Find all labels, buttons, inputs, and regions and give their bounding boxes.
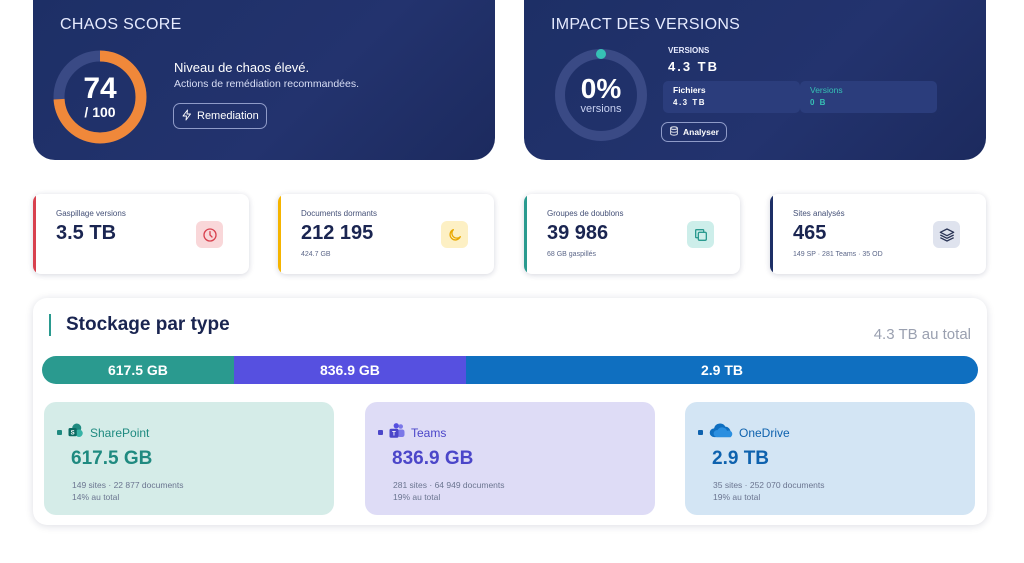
database-icon	[669, 126, 679, 138]
version-impact-panel: IMPACT DES VERSIONS 0% versions VERSIONS…	[524, 0, 986, 160]
version-impact-percent: 0%	[580, 73, 622, 104]
version-impact-title: IMPACT DES VERSIONS	[551, 16, 741, 33]
storage-card-value: 836.9 GB	[392, 448, 474, 469]
storage-card-name: SharePoint	[90, 425, 150, 440]
kpi-value: 465	[793, 222, 827, 244]
chaos-score-ring: 74 / 100	[51, 48, 149, 146]
analyse-button-label: Analyser	[683, 127, 719, 137]
kpi-label: Groupes de doublons	[547, 209, 624, 218]
versions-label: VERSIONS	[668, 46, 710, 55]
versions-stat-label: Versions	[810, 85, 843, 95]
files-stat-value: 4.3 TB	[673, 98, 707, 107]
storage-card-sharepoint: S SharePoint 617.5 GB 149 sites · 22 877…	[44, 402, 334, 515]
kpi-value: 39 986	[547, 222, 609, 244]
storage-card-share: 19% au total	[713, 492, 761, 502]
storage-segment-teams: 836.9 GB	[233, 356, 466, 384]
kpi-version-waste: Gaspillage versions 3.5 TB	[33, 194, 249, 274]
chaos-headline: Niveau de chaos élevé.	[174, 60, 310, 75]
chaos-score-title: CHAOS SCORE	[60, 16, 182, 33]
bullet-dot	[57, 430, 62, 435]
storage-card-share: 14% au total	[72, 492, 120, 502]
storage-segment-sharepoint: 617.5 GB	[42, 356, 234, 384]
kpi-label: Sites analysés	[793, 209, 845, 218]
kpi-sub: 149 SP · 281 Teams · 35 OD	[793, 251, 883, 258]
chaos-message: Niveau de chaos élevé. Actions de remédi…	[174, 60, 359, 90]
storage-card-counts: 35 sites · 252 070 documents	[713, 480, 825, 490]
storage-segment-onedrive: 2.9 TB	[466, 356, 978, 384]
chaos-score-max: / 100	[84, 104, 116, 120]
storage-by-type-panel: Stockage par type 4.3 TB au total 617.5 …	[33, 298, 987, 525]
version-impact-percent-label: versions	[580, 103, 622, 115]
versions-stat-value: 0 B	[810, 98, 827, 107]
storage-card-onedrive: OneDrive 2.9 TB 35 sites · 252 070 docum…	[685, 402, 975, 515]
storage-card-value: 2.9 TB	[712, 448, 770, 469]
kpi-dormant-documents: Documents dormants 212 195 424.7 GB	[278, 194, 494, 274]
sharepoint-icon: S	[67, 422, 85, 443]
svg-text:T: T	[392, 432, 396, 438]
storage-total: 4.3 TB au total	[873, 326, 971, 343]
storage-card-header: T Teams	[378, 422, 446, 443]
kpi-label: Documents dormants	[301, 209, 378, 218]
storage-card-details: 35 sites · 252 070 documents 19% au tota…	[713, 479, 825, 503]
clock-icon	[196, 221, 223, 248]
chaos-score-value: 74	[83, 72, 117, 105]
section-accent	[49, 314, 51, 336]
storage-card-name: OneDrive	[739, 425, 790, 440]
chaos-subline: Actions de remédiation recommandées.	[174, 78, 360, 90]
kpi-sub: 68 GB gaspillés	[547, 251, 597, 258]
storage-bar: 617.5 GB 836.9 GB 2.9 TB	[42, 356, 978, 384]
kpi-duplicate-groups: Groupes de doublons 39 986 68 GB gaspill…	[524, 194, 740, 274]
copy-icon	[687, 221, 714, 248]
lightning-icon	[181, 109, 193, 124]
version-impact-ring: 0% versions	[552, 46, 650, 144]
storage-card-name: Teams	[411, 425, 447, 440]
versions-value: 4.3 TB	[668, 59, 720, 74]
storage-card-counts: 281 sites · 64 949 documents	[393, 480, 505, 490]
storage-card-details: 149 sites · 22 877 documents 14% au tota…	[72, 479, 184, 503]
remediation-button[interactable]: Remediation	[173, 103, 267, 129]
onedrive-icon	[708, 422, 734, 443]
versions-stat: Versions 0 B	[800, 81, 937, 113]
moon-icon	[441, 221, 468, 248]
bullet-dot	[698, 430, 703, 435]
layers-icon	[933, 221, 960, 248]
svg-text:S: S	[71, 430, 75, 436]
teams-icon: T	[388, 422, 406, 443]
storage-card-share: 19% au total	[393, 492, 441, 502]
analyse-button[interactable]: Analyser	[661, 122, 727, 142]
storage-card-details: 281 sites · 64 949 documents 19% au tota…	[393, 479, 505, 503]
storage-card-counts: 149 sites · 22 877 documents	[72, 480, 184, 490]
storage-title: Stockage par type	[66, 314, 230, 335]
chaos-score-panel: CHAOS SCORE 74 / 100 Niveau de chaos éle…	[33, 0, 495, 160]
storage-card-teams: T Teams 836.9 GB 281 sites · 64 949 docu…	[365, 402, 655, 515]
remediation-button-label: Remediation	[197, 110, 259, 122]
files-stat-label: Fichiers	[673, 85, 706, 95]
storage-card-value: 617.5 GB	[71, 448, 153, 469]
kpi-value: 212 195	[301, 222, 374, 244]
files-stat: Fichiers 4.3 TB	[663, 81, 800, 113]
kpi-value: 3.5 TB	[56, 222, 117, 244]
kpi-label: Gaspillage versions	[56, 209, 126, 218]
bullet-dot	[378, 430, 383, 435]
kpi-sub: 424.7 GB	[301, 251, 331, 258]
kpi-sites-analysed: Sites analysés 465 149 SP · 281 Teams · …	[770, 194, 986, 274]
storage-card-header: S SharePoint	[57, 422, 149, 443]
storage-card-header: OneDrive	[698, 422, 790, 443]
